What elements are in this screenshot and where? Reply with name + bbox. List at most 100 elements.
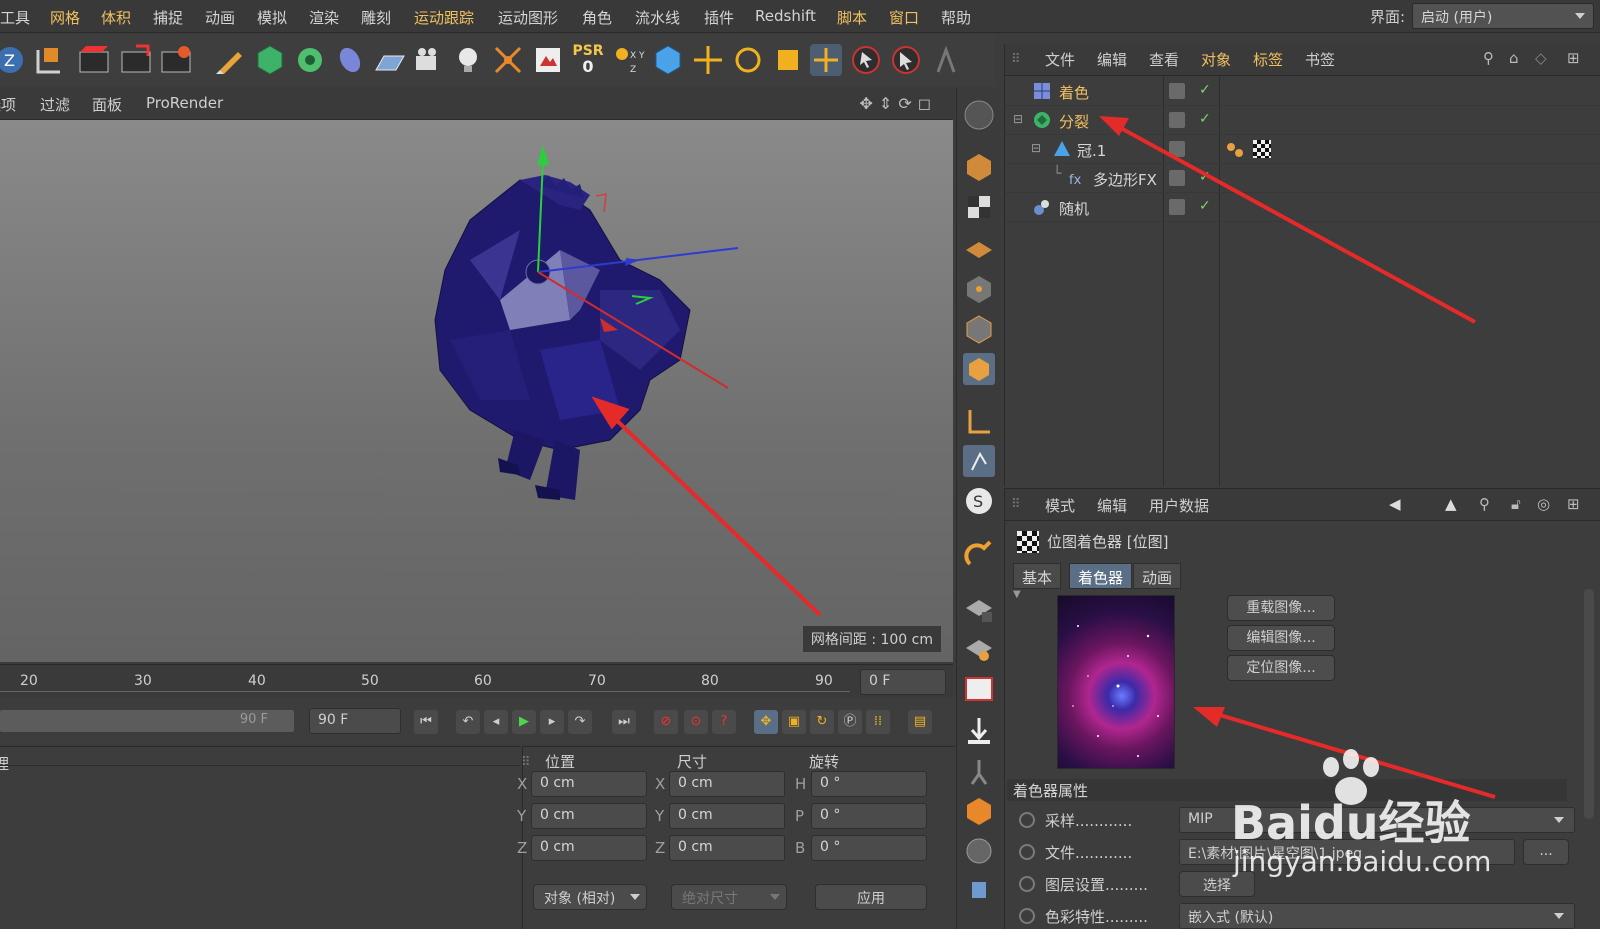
psr-icon[interactable]: PSR 0 [570,42,606,78]
menu-help[interactable]: 帮助 [941,7,971,28]
menu-pipeline[interactable]: 流水线 [635,7,680,28]
om-menu-tags[interactable]: 标签 [1253,49,1283,70]
color-profile-select[interactable]: 嵌入式 (默认) [1179,903,1575,929]
expand-triangle-icon[interactable]: ▼ [1013,589,1021,600]
rotation-h-field[interactable]: 0 ° [811,771,927,797]
key-param-icon[interactable]: Ⓟ [838,710,862,734]
viewport-navigation-icons[interactable]: ✥⇕⟳◻ [860,94,938,113]
goto-start-icon[interactable]: ⏮ [414,710,438,734]
subdivision-icon[interactable] [292,42,328,78]
viewport-menu-prorender[interactable]: ProRender [146,94,223,112]
menu-mesh[interactable]: 网格 [50,7,80,28]
object-row-shader[interactable]: 着色 ✓ [1005,77,1600,106]
menu-redshift[interactable]: Redshift [755,7,816,25]
animate-radio[interactable] [1019,876,1035,892]
menu-window[interactable]: 窗口 [889,7,919,28]
collapse-icon[interactable]: ⊟ [1031,141,1041,155]
texture-mode-icon[interactable] [962,190,996,224]
cube-primitive-icon[interactable] [252,42,288,78]
lock-icon[interactable]: 🔓︎ [1511,495,1521,513]
edit-image-button[interactable]: 编辑图像... [1227,625,1335,651]
timeline-window-icon[interactable]: ▤ [908,710,932,734]
search-icon[interactable]: ⚲ [1483,49,1494,67]
coordinate-system-icon[interactable] [30,42,66,78]
tweak-mode-icon[interactable] [962,444,996,478]
position-y-field[interactable]: 0 cm [531,803,647,829]
render-picture-viewer-icon[interactable] [118,42,154,78]
size-mode-select[interactable]: 绝对尺寸 [671,884,787,910]
viewport-3d[interactable]: 网格间距 : 100 cm [0,119,953,662]
om-menu-objects[interactable]: 对象 [1201,49,1231,70]
menu-plugins[interactable]: 插件 [704,7,734,28]
record-icon[interactable]: ⊘ [654,710,678,734]
polygons-mode-icon[interactable] [962,352,996,386]
menu-tools[interactable]: 工具 [0,7,30,28]
menu-volume[interactable]: 体积 [101,7,131,28]
menu-character[interactable]: 角色 [582,7,612,28]
axis-xyz-icon[interactable]: X Y Z [610,42,646,78]
floor-icon[interactable] [372,42,408,78]
size-x-field[interactable]: 0 cm [669,771,785,797]
box-icon[interactable] [962,794,996,828]
snap-icon[interactable] [962,538,996,572]
animate-radio[interactable] [1019,844,1035,860]
pen-tool-icon[interactable] [212,42,248,78]
rotation-b-field[interactable]: 0 ° [811,835,927,861]
reload-image-button[interactable]: 重载图像... [1227,595,1335,621]
bitmap-preview[interactable] [1057,595,1175,769]
character-icon[interactable] [962,754,996,788]
prev-key-icon[interactable]: ↶ [456,710,480,734]
animate-radio[interactable] [1019,812,1035,828]
position-x-field[interactable]: 0 cm [531,771,647,797]
move-axis-icon[interactable] [690,42,726,78]
om-menu-edit[interactable]: 编辑 [1097,49,1127,70]
layer-icon[interactable] [1169,83,1185,99]
autokey-icon[interactable]: ⊙ [684,710,708,734]
menu-script[interactable]: 脚本 [837,7,867,28]
back-icon[interactable]: ◇ [1535,49,1547,67]
make-editable-icon[interactable] [962,98,996,132]
points-mode-icon[interactable] [962,272,996,306]
viewport-menu-filter[interactable]: 过滤 [40,94,70,115]
panel-grip-icon[interactable]: ⠿ [1011,52,1021,67]
home-icon[interactable]: ⌂ [1509,49,1519,67]
viewport-menu-panel[interactable]: 面板 [92,94,122,115]
scale-icon[interactable] [770,42,806,78]
tag-icon[interactable] [530,42,566,78]
tab-shader[interactable]: 着色器 [1069,563,1133,589]
sphere-icon[interactable] [962,834,996,868]
key-pla-icon[interactable]: ⁞⁞ [866,710,890,734]
menu-mograph[interactable]: 运动图形 [498,7,558,28]
back-arrow-icon[interactable]: ◀ [1389,495,1401,513]
target-icon[interactable]: ◎ [1537,495,1550,513]
next-key-icon[interactable]: ↷ [568,710,592,734]
character-tool-icon[interactable] [928,42,964,78]
play-icon[interactable]: ▶ [512,710,536,734]
model-mode-icon[interactable] [962,150,996,184]
prev-frame-icon[interactable]: ◂ [484,710,508,734]
selection-tool-icon[interactable] [888,42,924,78]
axis-mode-icon[interactable] [962,404,996,438]
goto-end-icon[interactable]: ⏭ [612,710,636,734]
key-scale-icon[interactable]: ▣ [782,710,806,734]
python-icon[interactable] [962,872,996,906]
import-icon[interactable] [962,714,996,748]
menu-sculpt[interactable]: 雕刻 [361,7,391,28]
light-icon[interactable] [450,42,486,78]
am-menu-mode[interactable]: 模式 [1045,495,1075,516]
animate-radio[interactable] [1019,908,1035,924]
key-position-icon[interactable]: ✥ [754,710,778,734]
current-frame-field[interactable]: 0 F [860,669,946,695]
collapse-icon[interactable]: ⊟ [1013,112,1023,126]
apply-button[interactable]: 应用 [815,884,927,910]
locate-image-button[interactable]: 定位图像... [1227,655,1335,681]
move-tool-icon[interactable] [808,42,844,78]
am-menu-userdata[interactable]: 用户数据 [1149,495,1209,516]
size-y-field[interactable]: 0 cm [669,803,785,829]
menu-simulate[interactable]: 模拟 [257,7,287,28]
deformer-icon[interactable] [490,42,526,78]
enabled-check-icon[interactable]: ✓ [1199,82,1211,98]
om-menu-view[interactable]: 查看 [1149,49,1179,70]
interface-select[interactable]: 启动 (用户) [1412,3,1594,29]
rotate-icon[interactable] [730,42,766,78]
